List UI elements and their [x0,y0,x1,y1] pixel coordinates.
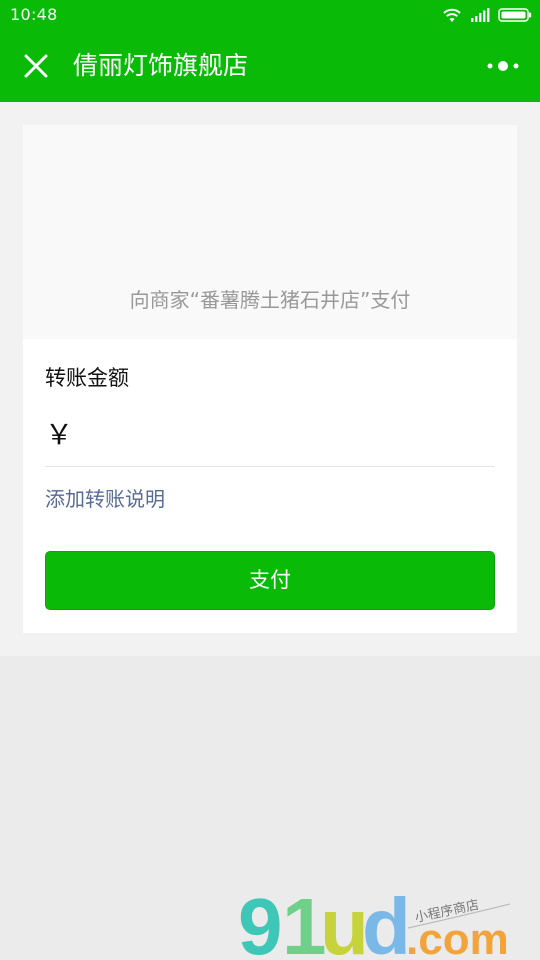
svg-text:d: d [362,888,406,960]
svg-text:1: 1 [282,888,325,960]
watermark-logo: 9 1 u d .com 小程序商店 [238,888,511,960]
nav-bar: 倩丽灯饰旗舰店 [0,30,540,102]
divider [45,466,495,467]
page-title: 倩丽灯饰旗舰店 [73,51,249,80]
pay-button[interactable]: 支付 [45,551,495,610]
wifi-icon [443,8,461,22]
merchant-area: 向商家“番薯腾土猪石井店”支付 [23,125,517,339]
payment-card: 向商家“番薯腾土猪石井店”支付 转账金额 ￥ 添加转账说明 支付 [23,125,517,633]
merchant-text: 向商家“番薯腾土猪石井店”支付 [129,288,411,312]
amount-row: ￥ [45,405,495,465]
battery-icon [498,8,532,22]
status-icons [434,6,532,24]
signal-icon [471,8,490,22]
add-note-link[interactable]: 添加转账说明 [45,484,165,514]
amount-input[interactable] [81,415,495,455]
amount-label: 转账金额 [45,366,129,390]
svg-text:9: 9 [238,888,280,960]
more-dots-icon[interactable] [484,52,524,80]
svg-text:u: u [320,888,364,960]
currency-symbol: ￥ [45,418,74,451]
status-time: 10:48 [10,5,58,24]
status-bar: 10:48 [0,0,540,30]
close-icon[interactable] [18,48,54,84]
